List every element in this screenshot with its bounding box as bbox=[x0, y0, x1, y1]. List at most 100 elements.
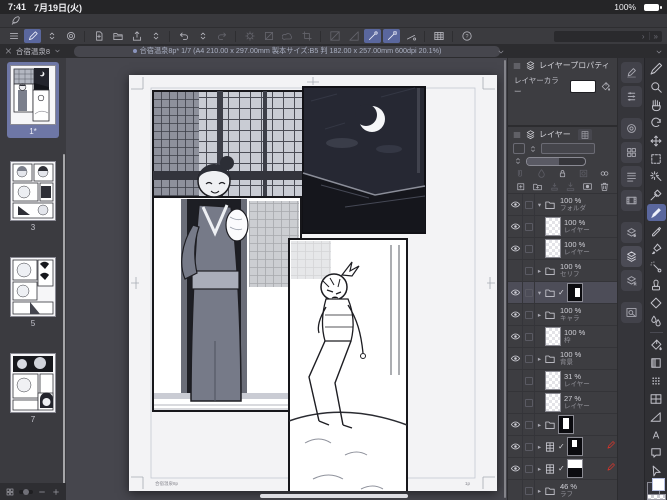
layer-row-frame-folder[interactable]: ▸ ✓ bbox=[508, 458, 617, 480]
expand-chevron[interactable]: ▸ bbox=[535, 443, 544, 451]
visibility-toggle[interactable] bbox=[508, 216, 523, 237]
layer-row[interactable]: ✓ 100 % レイヤー bbox=[508, 238, 617, 260]
stepper-icon[interactable] bbox=[528, 144, 538, 154]
panel-menu-icon[interactable] bbox=[512, 130, 522, 140]
visibility-toggle[interactable] bbox=[508, 414, 523, 435]
layer-checkbox[interactable] bbox=[523, 216, 535, 237]
layer-checkbox[interactable] bbox=[523, 260, 535, 281]
dock-layer-property[interactable] bbox=[621, 222, 642, 243]
layers-panel-tab[interactable] bbox=[578, 129, 592, 140]
layer-row[interactable]: ✓ 31 % レイヤー bbox=[508, 370, 617, 392]
visibility-toggle[interactable] bbox=[508, 370, 523, 391]
color-chips[interactable] bbox=[647, 482, 665, 491]
dock-timeline[interactable] bbox=[621, 190, 642, 211]
expand-chevron[interactable]: ▸ bbox=[535, 355, 544, 363]
visibility-toggle[interactable] bbox=[508, 238, 523, 259]
tone-button[interactable] bbox=[536, 168, 547, 179]
tool-property-quickbar[interactable]: › » bbox=[554, 31, 662, 42]
canvas-scrollbar[interactable] bbox=[504, 60, 506, 498]
dock-material[interactable] bbox=[621, 142, 642, 163]
layer-row[interactable]: ✓ 100 % レイヤー bbox=[508, 216, 617, 238]
document-tab[interactable]: 合宿温泉8p* 1/7 (A4 210.00 x 297.00mm 製本サイズ:… bbox=[74, 46, 500, 57]
visibility-toggle[interactable] bbox=[508, 436, 523, 457]
csp-logo-icon[interactable] bbox=[10, 15, 21, 26]
chevron-down-icon[interactable] bbox=[654, 47, 664, 57]
opacity-slider[interactable] bbox=[526, 157, 586, 166]
clip-to-layer-button[interactable] bbox=[515, 168, 526, 179]
chevron-down-icon[interactable] bbox=[496, 47, 506, 57]
layer-checkbox[interactable] bbox=[523, 238, 535, 259]
zoom-in-icon[interactable] bbox=[51, 487, 61, 497]
lock-layer-button[interactable] bbox=[557, 168, 568, 179]
expand-chevron[interactable]: ▾ bbox=[535, 201, 544, 209]
quickbar-chevron-double[interactable]: » bbox=[654, 32, 658, 41]
transfer-layer-button[interactable] bbox=[549, 181, 560, 192]
manga-page[interactable]: 合宿温泉8p 1p bbox=[129, 75, 497, 491]
layer-checkbox[interactable] bbox=[523, 414, 535, 435]
visibility-toggle[interactable] bbox=[508, 326, 523, 347]
layer-checkbox[interactable] bbox=[523, 304, 535, 325]
page-item-7[interactable]: 7 bbox=[7, 350, 59, 426]
dock-tool-property[interactable] bbox=[621, 86, 642, 107]
dock-layer-search[interactable] bbox=[621, 270, 642, 291]
layer-checkbox[interactable] bbox=[523, 392, 535, 413]
expand-chevron[interactable]: ▸ bbox=[535, 311, 544, 319]
page-item-3[interactable]: 3 bbox=[7, 158, 59, 234]
visibility-toggle[interactable] bbox=[508, 458, 523, 479]
visibility-toggle[interactable] bbox=[508, 392, 523, 413]
dock-subtool[interactable] bbox=[621, 62, 642, 83]
layer-mask-button[interactable] bbox=[582, 181, 593, 192]
visibility-toggle[interactable] bbox=[508, 260, 523, 281]
expand-chevron[interactable]: ▸ bbox=[535, 465, 544, 473]
layer-checkbox[interactable] bbox=[523, 480, 535, 500]
dock-subtool-detail[interactable] bbox=[621, 166, 642, 187]
layer-row-rough[interactable]: ▸ ✓ 46 % ラフ bbox=[508, 480, 617, 500]
background-color[interactable] bbox=[652, 478, 665, 491]
visibility-toggle[interactable] bbox=[508, 480, 523, 500]
zoom-out-icon[interactable] bbox=[37, 487, 47, 497]
lock-alpha-button[interactable] bbox=[578, 168, 589, 179]
expand-chevron[interactable]: ▸ bbox=[535, 487, 544, 495]
page-item-1[interactable]: 1* bbox=[7, 62, 59, 138]
thumbnail-size-icon[interactable] bbox=[5, 487, 15, 497]
layer-checkbox[interactable] bbox=[523, 194, 535, 215]
expand-chevron[interactable]: ▸ bbox=[535, 267, 544, 275]
link-layer-button[interactable] bbox=[599, 168, 610, 179]
merge-layer-button[interactable] bbox=[565, 181, 576, 192]
layer-row[interactable]: ✓ 27 % レイヤー bbox=[508, 392, 617, 414]
new-layer-button[interactable] bbox=[515, 181, 526, 192]
layer-checkbox[interactable] bbox=[523, 458, 535, 479]
visibility-toggle[interactable] bbox=[508, 194, 523, 215]
layer-row-serifu[interactable]: ▸ ✓ 100 % セリフ bbox=[508, 260, 617, 282]
blend-mode-select[interactable] bbox=[541, 143, 595, 154]
quickbar-chevron[interactable]: › bbox=[642, 32, 645, 41]
blend-thumbnail-toggle[interactable] bbox=[513, 143, 525, 154]
expand-chevron[interactable]: ▾ bbox=[535, 289, 544, 297]
delete-layer-button[interactable] bbox=[599, 181, 610, 192]
thumbnail-size-slider[interactable] bbox=[19, 490, 33, 494]
layer-checkbox[interactable] bbox=[523, 282, 535, 303]
layer-row-selected-folder[interactable]: ▾ ✓ bbox=[508, 282, 617, 304]
chevron-down-icon[interactable] bbox=[53, 46, 62, 56]
layer-color-swatch[interactable] bbox=[570, 80, 596, 93]
layer-checkbox[interactable] bbox=[523, 436, 535, 457]
visibility-toggle[interactable] bbox=[508, 304, 523, 325]
transparent-color[interactable] bbox=[647, 494, 666, 500]
close-icon[interactable] bbox=[4, 46, 13, 56]
layer-row-folder-thumb[interactable]: ▸ ✓ bbox=[508, 414, 617, 436]
page-item-5[interactable]: 5 bbox=[7, 254, 59, 330]
dock-navigator[interactable] bbox=[621, 302, 642, 323]
canvas-area[interactable]: 合宿温泉8p 1p bbox=[66, 58, 507, 500]
layer-row-frame-folder[interactable]: ▸ ✓ bbox=[508, 436, 617, 458]
layer-row-chara[interactable]: ▸ ✓ 100 % キャラ bbox=[508, 304, 617, 326]
new-folder-button[interactable] bbox=[532, 181, 543, 192]
layer-row-folder[interactable]: ▾ ✓ 100 % フォルダ bbox=[508, 194, 617, 216]
layer-color-bucket-icon[interactable] bbox=[600, 81, 611, 92]
layer-checkbox[interactable] bbox=[523, 348, 535, 369]
home-indicator[interactable] bbox=[260, 494, 408, 498]
layer-row-haikei[interactable]: ▸ ✓ 100 % 背景 bbox=[508, 348, 617, 370]
panel-menu-icon[interactable] bbox=[512, 61, 522, 71]
dock-color-wheel[interactable] bbox=[621, 118, 642, 139]
stepper-icon[interactable] bbox=[513, 156, 523, 166]
dock-layers[interactable] bbox=[621, 246, 642, 267]
